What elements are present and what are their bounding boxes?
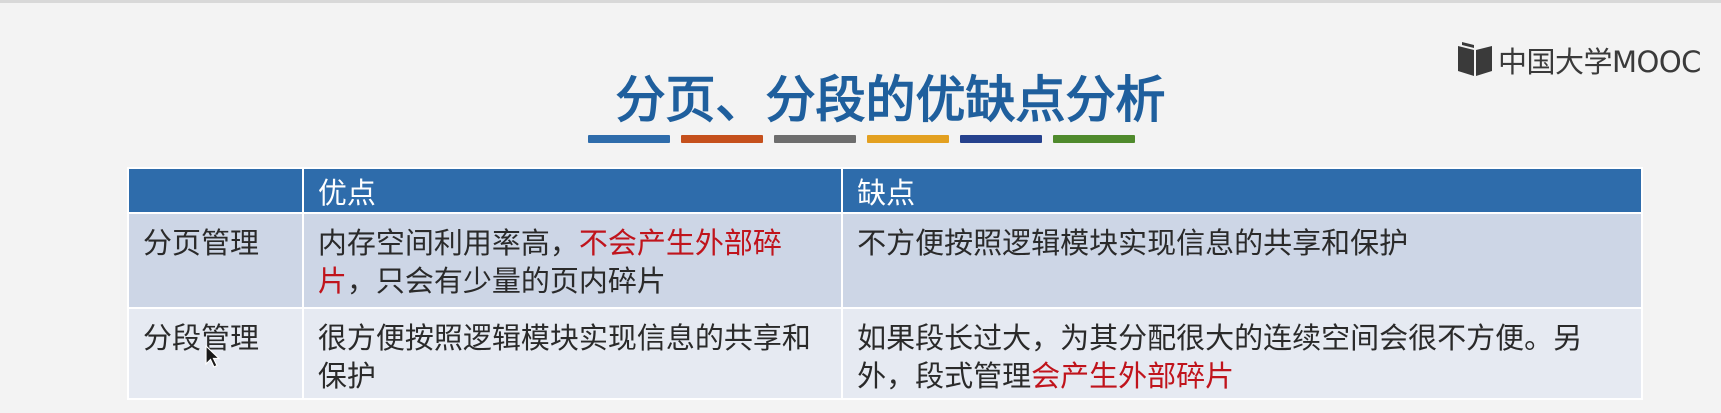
cons-text: 不方便按照逻辑模块实现信息的共享和保护	[857, 226, 1409, 260]
pros-text: 内存空间利用率高，	[317, 226, 579, 260]
pros-cell: 内存空间利用率高，不会产生外部碎片，只会有少量的页内碎片	[301, 212, 844, 309]
table-row: 分段管理 很方便按照逻辑模块实现信息的共享和保护 如果段长过大，为其分配很大的连…	[127, 307, 1643, 400]
accent-bar	[1053, 135, 1135, 143]
header-cell-empty	[127, 167, 304, 214]
accent-bar	[588, 135, 670, 143]
cons-cell: 如果段长过大，为其分配很大的连续空间会很不方便。另外，段式管理会产生外部碎片	[841, 307, 1643, 400]
comparison-table: 优点 缺点 分页管理 内存空间利用率高，不会产生外部碎片，只会有少量的页内碎片 …	[127, 167, 1643, 400]
table-header-row: 优点 缺点	[127, 167, 1643, 214]
top-divider	[0, 0, 1721, 3]
slide-title: 分页、分段的优缺点分析	[615, 71, 1166, 129]
accent-bar	[774, 135, 856, 143]
accent-bar	[681, 135, 763, 143]
accent-bars	[588, 135, 1135, 143]
row-label: 分页管理	[127, 212, 304, 309]
pros-text: 很方便按照逻辑模块实现信息的共享和保护	[317, 321, 811, 393]
accent-bar	[867, 135, 949, 143]
cons-highlight: 会产生外部碎片	[1031, 359, 1235, 393]
pros-text-after: ，只会有少量的页内碎片	[346, 264, 666, 298]
pros-cell: 很方便按照逻辑模块实现信息的共享和保护	[301, 307, 844, 400]
accent-bar	[960, 135, 1042, 143]
cons-cell: 不方便按照逻辑模块实现信息的共享和保护	[841, 212, 1643, 309]
header-cell-pros: 优点	[301, 167, 844, 214]
header-cell-cons: 缺点	[841, 167, 1643, 214]
table-row: 分页管理 内存空间利用率高，不会产生外部碎片，只会有少量的页内碎片 不方便按照逻…	[127, 212, 1643, 309]
mouse-cursor-icon	[205, 345, 221, 368]
